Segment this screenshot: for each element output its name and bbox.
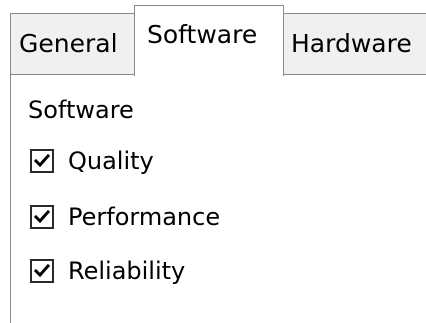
checkmark-icon [34, 263, 50, 278]
reliability-option[interactable]: Reliability [30, 255, 185, 287]
tab-general-label: General [19, 29, 118, 58]
performance-label: Performance [68, 203, 221, 231]
checkmark-icon [34, 153, 50, 168]
quality-label: Quality [68, 147, 154, 175]
quality-option[interactable]: Quality [30, 145, 154, 177]
reliability-checkbox[interactable] [30, 259, 54, 283]
panel-left-border [10, 74, 11, 323]
tab-hardware[interactable]: Hardware [283, 13, 426, 75]
section-heading: Software [28, 96, 134, 124]
performance-option[interactable]: Performance [30, 201, 220, 233]
tab-hardware-label: Hardware [291, 29, 412, 58]
tab-software[interactable]: Software [134, 5, 284, 76]
tab-software-label: Software [147, 20, 258, 49]
reliability-label: Reliability [68, 257, 186, 285]
tab-general[interactable]: General [10, 13, 135, 75]
performance-checkbox[interactable] [30, 205, 54, 229]
tab-strip: General Software Hardware [0, 0, 426, 76]
quality-checkbox[interactable] [30, 149, 54, 173]
checkmark-icon [34, 209, 50, 224]
